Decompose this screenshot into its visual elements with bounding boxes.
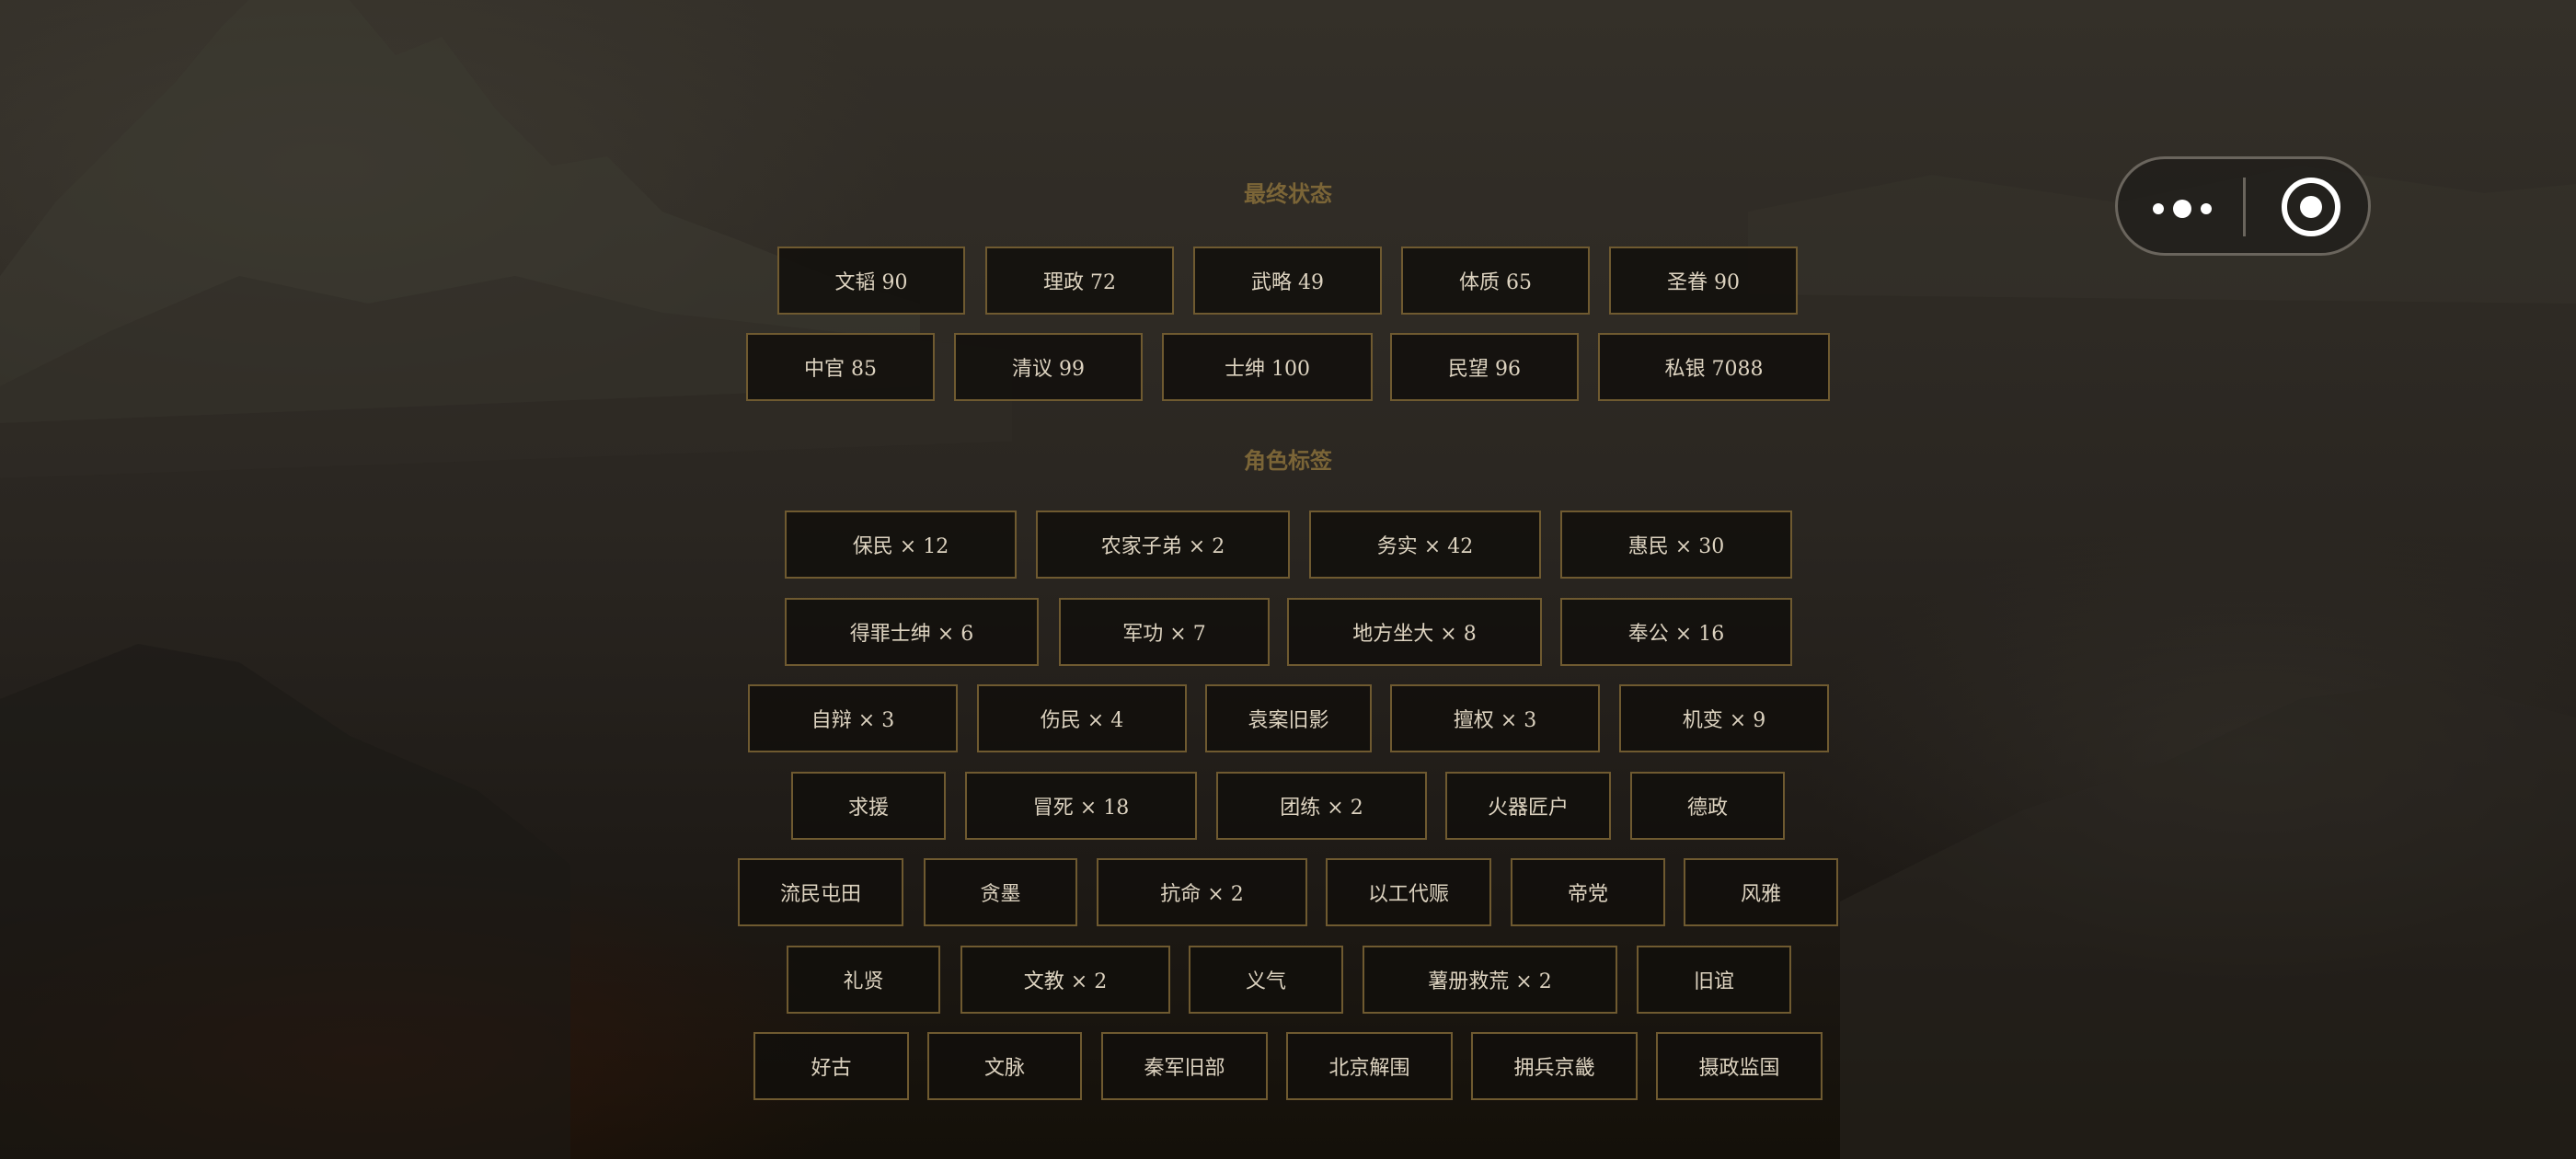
tag-chip: 礼贤 (787, 946, 940, 1014)
tag-chip: 风雅 (1684, 858, 1838, 926)
tag-chip: 摄政监国 (1656, 1032, 1823, 1100)
final-status-title: 最终状态 (1244, 180, 1332, 207)
role-tags-row: 礼贤 文教 × 2 义气 薯册救荒 × 2 旧谊 (0, 946, 2576, 1014)
stat-chip: 武略 49 (1193, 247, 1382, 315)
tag-chip: 冒死 × 18 (965, 772, 1197, 840)
tag-chip: 袁案旧影 (1205, 684, 1372, 752)
tag-chip: 火器匠户 (1445, 772, 1611, 840)
role-tags-row: 好古 文脉 秦军旧部 北京解围 拥兵京畿 摄政监国 (0, 1032, 2576, 1100)
tag-chip: 义气 (1189, 946, 1343, 1014)
role-tags-row: 得罪士绅 × 6 军功 × 7 地方坐大 × 8 奉公 × 16 (0, 598, 2576, 666)
stat-chip: 私银 7088 (1598, 333, 1830, 401)
tag-chip: 德政 (1630, 772, 1785, 840)
role-tags-row: 自辩 × 3 伤民 × 4 袁案旧影 擅权 × 3 机变 × 9 (0, 684, 2576, 752)
tag-chip: 农家子弟 × 2 (1036, 511, 1290, 579)
role-tags-row: 流民屯田 贪墨 抗命 × 2 以工代赈 帝党 风雅 (0, 858, 2576, 926)
tag-chip: 机变 × 9 (1619, 684, 1829, 752)
final-status-row: 中官 85 清议 99 士绅 100 民望 96 私银 7088 (0, 333, 2576, 401)
tag-chip: 惠民 × 30 (1560, 511, 1792, 579)
tag-chip: 以工代赈 (1326, 858, 1491, 926)
stat-chip: 体质 65 (1401, 247, 1590, 315)
tag-chip: 伤民 × 4 (977, 684, 1187, 752)
tag-chip: 秦军旧部 (1101, 1032, 1268, 1100)
tag-chip: 求援 (791, 772, 946, 840)
tag-chip: 贪墨 (924, 858, 1077, 926)
stat-chip: 清议 99 (954, 333, 1143, 401)
tag-chip: 保民 × 12 (785, 511, 1017, 579)
tag-chip: 务实 × 42 (1309, 511, 1541, 579)
role-tags-row: 求援 冒死 × 18 团练 × 2 火器匠户 德政 (0, 772, 2576, 840)
tag-chip: 拥兵京畿 (1471, 1032, 1638, 1100)
tag-chip: 旧谊 (1637, 946, 1791, 1014)
tag-chip: 帝党 (1511, 858, 1665, 926)
tag-chip: 军功 × 7 (1059, 598, 1270, 666)
role-tags-row: 保民 × 12 农家子弟 × 2 务实 × 42 惠民 × 30 (0, 511, 2576, 579)
tag-chip: 自辩 × 3 (748, 684, 958, 752)
stat-chip: 理政 72 (985, 247, 1174, 315)
tag-chip: 文教 × 2 (960, 946, 1170, 1014)
tag-chip: 团练 × 2 (1216, 772, 1427, 840)
stat-chip: 士绅 100 (1162, 333, 1373, 401)
stat-chip: 文韬 90 (777, 247, 965, 315)
tag-chip: 薯册救荒 × 2 (1363, 946, 1617, 1014)
tag-chip: 流民屯田 (738, 858, 903, 926)
tag-chip: 文脉 (927, 1032, 1082, 1100)
tag-chip: 抗命 × 2 (1097, 858, 1307, 926)
tag-chip: 地方坐大 × 8 (1287, 598, 1542, 666)
tag-chip: 得罪士绅 × 6 (785, 598, 1039, 666)
tag-chip: 好古 (753, 1032, 909, 1100)
stat-chip: 中官 85 (746, 333, 935, 401)
stat-chip: 圣眷 90 (1609, 247, 1798, 315)
tag-chip: 北京解围 (1286, 1032, 1453, 1100)
final-status-row: 文韬 90 理政 72 武略 49 体质 65 圣眷 90 (0, 247, 2576, 315)
tag-chip: 擅权 × 3 (1390, 684, 1600, 752)
role-tags-title: 角色标签 (1244, 447, 1332, 474)
tag-chip: 奉公 × 16 (1560, 598, 1792, 666)
stat-chip: 民望 96 (1390, 333, 1579, 401)
